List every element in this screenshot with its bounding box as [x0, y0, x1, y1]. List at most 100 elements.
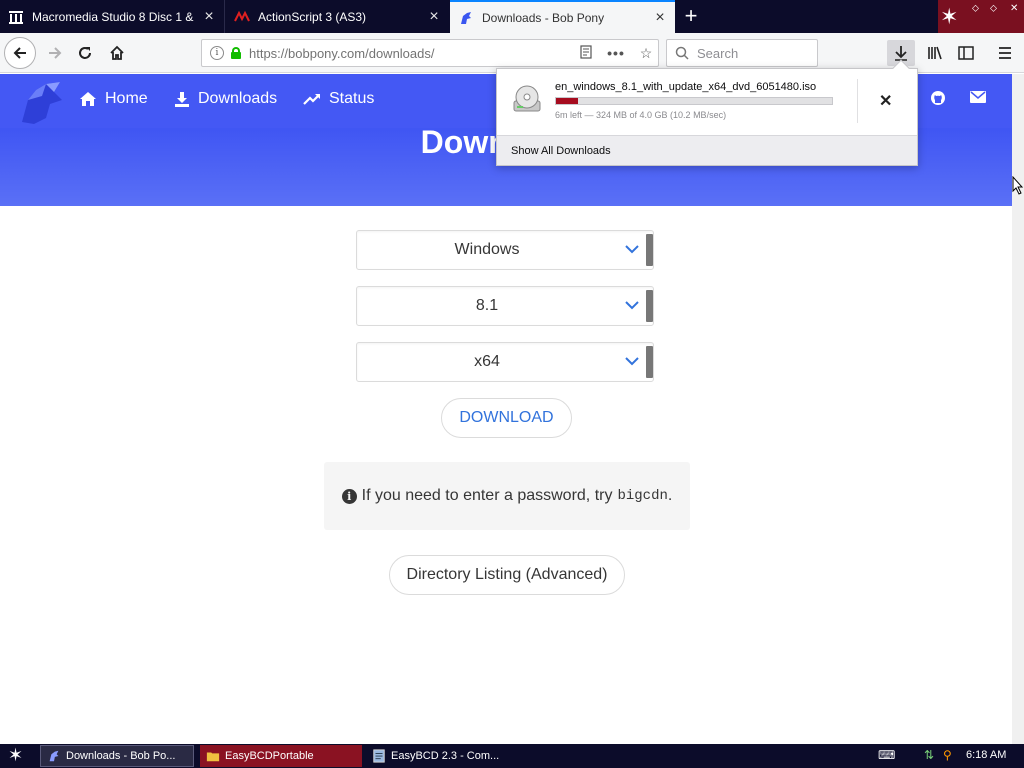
nav-label: Home	[105, 90, 148, 107]
taskbar-item-easybcd[interactable]: EasyBCD 2.3 - Com...	[366, 745, 534, 767]
home-button[interactable]	[102, 38, 132, 68]
chevron-down-icon	[625, 301, 639, 310]
divider	[857, 79, 858, 123]
nav-home-link[interactable]: Home	[79, 90, 148, 108]
tab-actionscript[interactable]: ActionScript 3 (AS3) ×	[226, 0, 449, 33]
version-select[interactable]: 8.1	[356, 286, 654, 326]
select-scrollbar	[646, 346, 653, 378]
url-bar[interactable]: i https://bobpony.com/downloads/ ••• ☆	[201, 39, 659, 67]
cancel-download-button[interactable]: ✕	[879, 91, 892, 111]
password-code: bigcdn	[617, 488, 668, 504]
trending-up-icon	[303, 94, 320, 105]
forward-arrow-icon	[49, 47, 62, 59]
site-info-icon[interactable]: i	[210, 46, 224, 60]
select-scrollbar	[646, 234, 653, 266]
close-tab-icon[interactable]: ×	[653, 9, 667, 25]
chevron-down-icon	[625, 357, 639, 366]
tab-macromedia[interactable]: Macromedia Studio 8 Disc 1 & 2 : M ×	[0, 0, 225, 33]
chevron-down-icon	[625, 245, 639, 254]
url-text[interactable]: https://bobpony.com/downloads/	[249, 46, 574, 61]
download-filename[interactable]: en_windows_8.1_with_update_x64_dvd_60514…	[555, 81, 816, 93]
actionscript-icon	[234, 10, 250, 21]
tab-downloads-active[interactable]: Downloads - Bob Pony ×	[450, 0, 675, 33]
hamburger-menu-icon	[999, 47, 1011, 59]
library-icon	[928, 46, 942, 60]
mouse-cursor-icon	[1012, 176, 1024, 195]
download-progress-bar	[555, 97, 833, 105]
sidebar-button[interactable]	[951, 38, 981, 68]
home-icon	[110, 45, 124, 60]
password-notice: i If you need to enter a password, try b…	[324, 462, 690, 530]
taskbar-item-label: EasyBCDPortable	[225, 750, 314, 762]
version-select-value: 8.1	[475, 297, 499, 314]
search-tray-icon[interactable]: ⚲	[943, 748, 952, 762]
show-all-label: Show All Downloads	[511, 145, 611, 157]
download-button[interactable]: DOWNLOAD	[441, 398, 572, 438]
pin-icon[interactable]: ⬦	[990, 3, 997, 14]
sidebar-icon	[958, 46, 974, 60]
network-icon[interactable]: ⇅	[924, 748, 934, 762]
tab-title: ActionScript 3 (AS3)	[258, 9, 367, 24]
forward-button[interactable]	[40, 38, 70, 68]
arch-select[interactable]: x64	[356, 342, 654, 382]
menu-button[interactable]	[990, 38, 1020, 68]
close-window-icon[interactable]: ✕	[1010, 3, 1018, 14]
folder-icon	[206, 752, 220, 762]
downloads-panel: en_windows_8.1_with_update_x64_dvd_60514…	[496, 59, 918, 166]
back-button[interactable]	[4, 37, 36, 69]
os-select[interactable]: Windows	[356, 230, 654, 270]
download-progress-fill	[556, 98, 579, 104]
os-select-value: Windows	[454, 241, 520, 258]
reader-view-icon[interactable]	[574, 44, 598, 62]
page-actions-icon[interactable]: •••	[598, 45, 634, 61]
nav-label: Status	[329, 90, 375, 107]
navigation-toolbar: i https://bobpony.com/downloads/ ••• ☆ S…	[0, 33, 1024, 73]
notice-text: If you need to enter a password, try	[361, 487, 613, 504]
clock: 6:18 AM	[966, 749, 1007, 761]
easybcd-icon	[373, 749, 385, 763]
new-tab-button[interactable]: +	[678, 0, 704, 33]
bookmark-star-icon[interactable]: ☆	[634, 45, 658, 62]
tab-title: Downloads - Bob Pony	[482, 10, 605, 25]
download-icon	[175, 92, 189, 107]
taskbar-item-browser[interactable]: Downloads - Bob Po...	[40, 745, 194, 767]
bobpony-favicon-icon	[461, 11, 471, 24]
taskbar: ✶ Downloads - Bob Po... EasyBCDPortable …	[0, 744, 1024, 768]
start-button[interactable]: ✶	[8, 745, 23, 766]
search-placeholder: Search	[697, 45, 739, 61]
home-icon	[80, 92, 96, 106]
close-tab-icon[interactable]: ×	[202, 8, 216, 24]
web-page: Home Downloads Status Downloads Windows …	[0, 74, 1012, 744]
back-arrow-icon	[13, 47, 26, 59]
disc-image-icon	[513, 85, 541, 112]
info-icon: i	[341, 488, 357, 504]
directory-listing-button[interactable]: Directory Listing (Advanced)	[389, 555, 625, 595]
library-button[interactable]	[920, 38, 950, 68]
nav-status-link[interactable]: Status	[303, 90, 374, 108]
reload-button[interactable]	[70, 38, 100, 68]
pin-icon[interactable]: ⬦	[972, 3, 979, 14]
nav-downloads-link[interactable]: Downloads	[174, 90, 277, 108]
bobpony-favicon-icon	[49, 750, 59, 762]
taskbar-item-label: EasyBCD 2.3 - Com...	[391, 750, 500, 762]
download-status: 6m left — 324 MB of 4.0 GB (10.2 MB/sec)	[555, 110, 727, 120]
github-icon[interactable]	[928, 90, 948, 111]
nav-label: Downloads	[198, 90, 278, 107]
taskbar-item-label: Downloads - Bob Po...	[66, 750, 176, 762]
close-tab-icon[interactable]: ×	[427, 8, 441, 24]
archive-icon	[9, 10, 23, 24]
taskbar-item-easybcdportable[interactable]: EasyBCDPortable	[200, 745, 362, 767]
arch-select-value: x64	[474, 353, 500, 370]
reload-icon	[79, 47, 91, 59]
search-icon	[675, 46, 689, 60]
search-bar[interactable]: Search	[666, 39, 818, 67]
bobpony-logo[interactable]	[16, 78, 66, 128]
tab-strip: Macromedia Studio 8 Disc 1 & 2 : M × Act…	[0, 0, 1024, 33]
tab-title: Macromedia Studio 8 Disc 1 & 2 : M	[32, 9, 196, 24]
email-icon[interactable]	[968, 90, 988, 108]
page-scrollbar[interactable]	[1012, 74, 1024, 744]
select-scrollbar	[646, 290, 653, 322]
show-all-downloads-button[interactable]: Show All Downloads	[497, 135, 917, 165]
keyboard-icon[interactable]: ⌨	[878, 748, 895, 762]
lock-icon[interactable]	[231, 47, 241, 59]
